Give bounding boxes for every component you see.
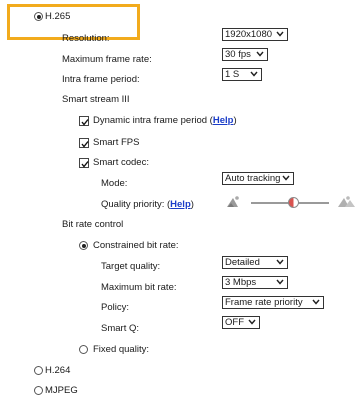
resolution-select[interactable]: 1920x1080 (222, 28, 288, 41)
fixed-quality-radio[interactable] (79, 345, 88, 354)
smart-codec-label: Smart codec: (93, 157, 149, 168)
resolution-value: 1920x1080 (225, 29, 273, 40)
smart-q-label: Smart Q: (101, 323, 140, 334)
target-quality-label: Target quality: (101, 261, 161, 272)
policy-value: Frame rate priority (225, 297, 303, 308)
constrained-bitrate-label: Constrained bit rate: (93, 240, 179, 251)
checkmark-icon (81, 119, 89, 126)
chevron-down-icon (256, 51, 264, 57)
h264-radio[interactable] (34, 366, 43, 375)
checkmark-icon (81, 161, 89, 168)
dynamic-intra-close: ) (233, 115, 237, 126)
target-quality-select[interactable]: Detailed (222, 256, 288, 269)
dynamic-intra-checkbox[interactable] (79, 116, 89, 126)
chevron-down-icon (276, 259, 284, 265)
target-quality-value: Detailed (225, 257, 260, 268)
smart-stream-title: Smart stream III (62, 94, 130, 105)
mjpeg-label: MJPEG (45, 385, 78, 396)
smart-q-value: OFF (225, 317, 244, 328)
h265-radio[interactable] (34, 12, 43, 21)
low-quality-landscape-icon (226, 194, 244, 208)
dynamic-intra-line: Dynamic intra frame period (Help) (93, 115, 237, 127)
chevron-down-icon (312, 299, 320, 305)
policy-label: Policy: (101, 302, 129, 313)
quality-slider-thumb[interactable] (288, 197, 300, 208)
max-bitrate-select[interactable]: 3 Mbps (222, 276, 288, 289)
dynamic-intra-help-link[interactable]: Help (213, 115, 234, 126)
policy-select[interactable]: Frame rate priority (222, 296, 324, 309)
bit-rate-title: Bit rate control (62, 219, 124, 230)
chevron-down-icon (276, 279, 284, 285)
frame-rate-value: 30 fps (225, 49, 251, 60)
chevron-down-icon (250, 71, 258, 77)
quality-priority-help-link[interactable]: Help (170, 199, 191, 210)
intra-period-select[interactable]: 1 S (222, 68, 262, 81)
frame-rate-select[interactable]: 30 fps (222, 48, 268, 61)
resolution-label: Resolution: (62, 33, 110, 44)
h264-label: H.264 (45, 365, 71, 376)
mode-value: Auto tracking (225, 173, 281, 184)
mode-select[interactable]: Auto tracking (222, 172, 294, 185)
smart-q-select[interactable]: OFF (222, 316, 260, 329)
dynamic-intra-label: Dynamic intra frame period ( (93, 115, 213, 126)
smart-fps-checkbox[interactable] (79, 138, 89, 148)
smart-codec-checkbox[interactable] (79, 158, 89, 168)
intra-period-value: 1 S (225, 69, 240, 80)
fixed-quality-label: Fixed quality: (93, 344, 149, 355)
chevron-down-icon (248, 319, 256, 325)
max-bitrate-value: 3 Mbps (225, 277, 257, 288)
constrained-bitrate-radio[interactable] (79, 241, 88, 250)
checkmark-icon (81, 141, 89, 148)
h265-label: H.265 (45, 11, 71, 22)
frame-rate-label: Maximum frame rate: (62, 54, 152, 65)
chevron-down-icon (276, 31, 284, 37)
max-bitrate-label: Maximum bit rate: (101, 282, 177, 293)
quality-priority-close: ) (190, 199, 194, 210)
mode-label: Mode: (101, 178, 128, 189)
smart-fps-label: Smart FPS (93, 137, 140, 148)
quality-priority-line: Quality priority: (Help) (101, 199, 194, 211)
mjpeg-radio[interactable] (34, 386, 43, 395)
chevron-down-icon (282, 175, 290, 181)
high-quality-landscape-icon (338, 196, 355, 207)
quality-priority-label: Quality priority: ( (101, 199, 171, 210)
intra-period-label: Intra frame period: (62, 74, 140, 85)
